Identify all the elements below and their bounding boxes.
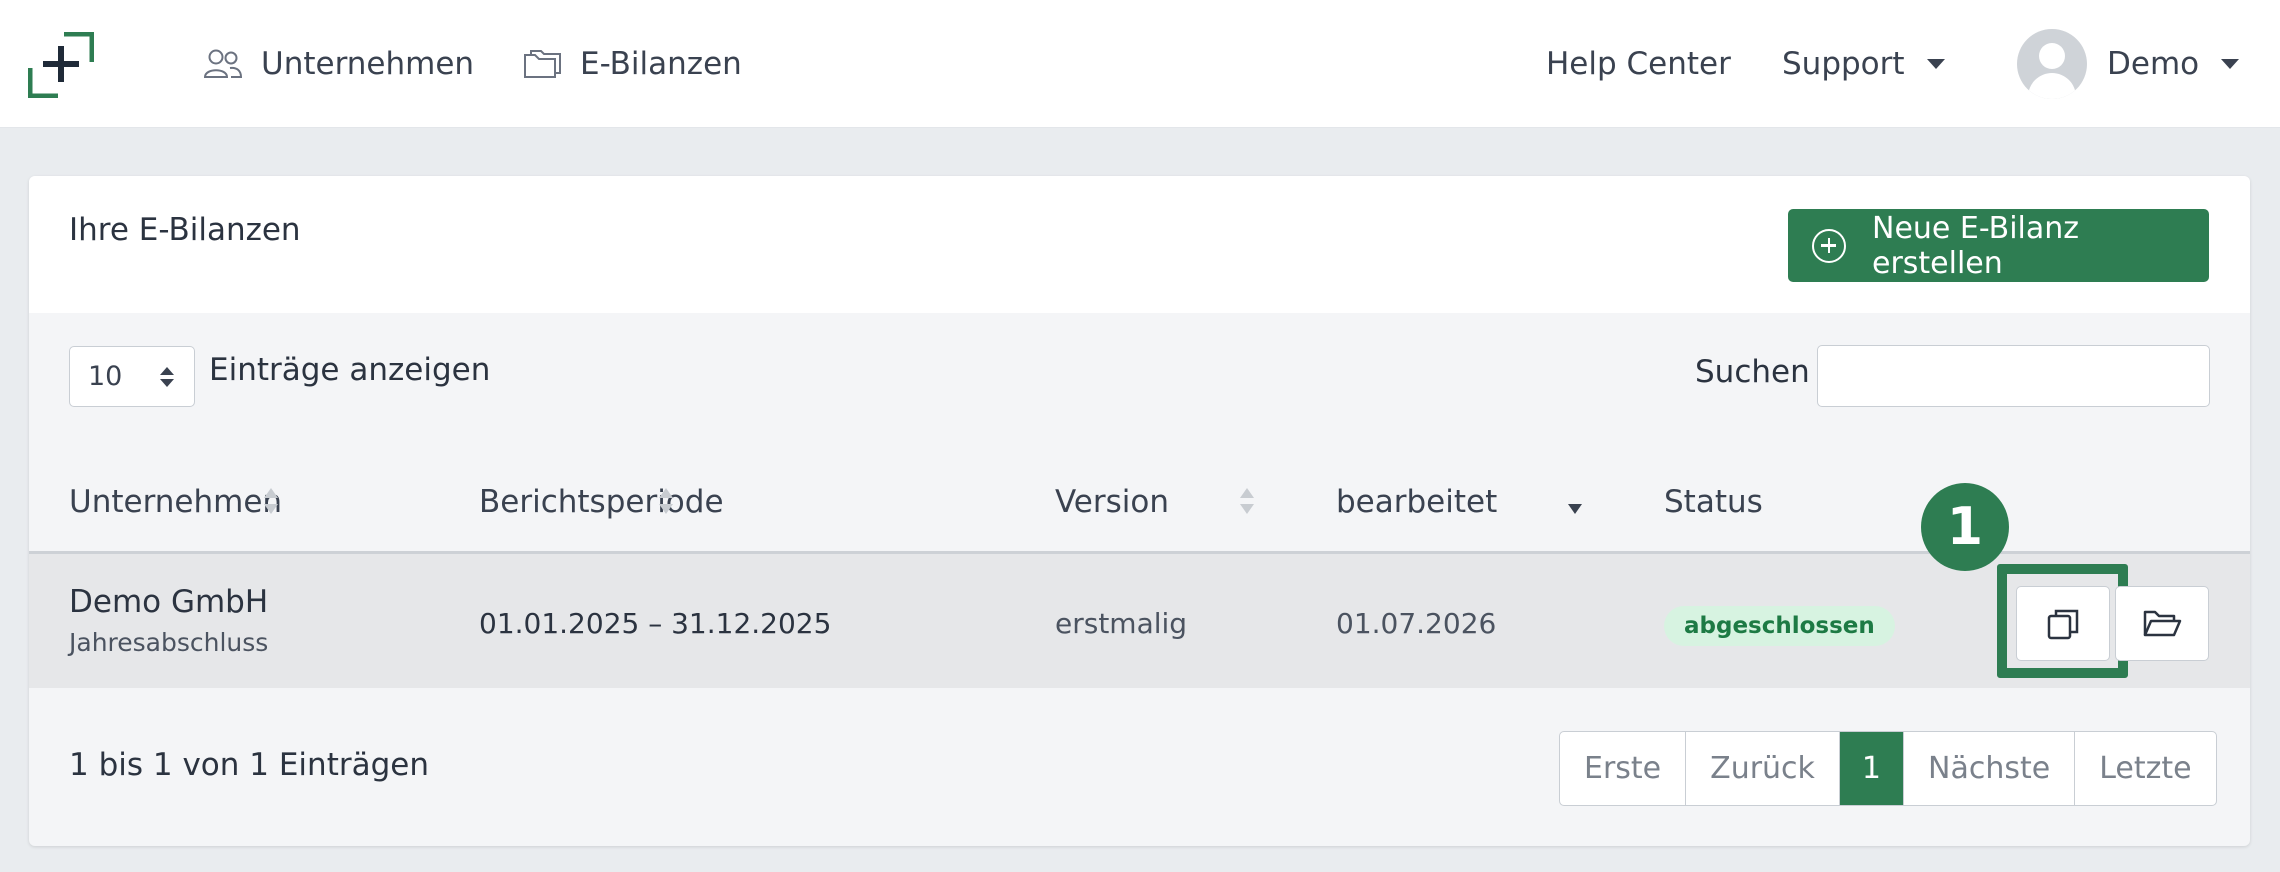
nav-support-label: Support — [1782, 46, 1905, 82]
users-icon — [203, 49, 243, 78]
app-logo-icon[interactable] — [28, 32, 94, 98]
user-menu-dropdown[interactable]: Demo — [2017, 0, 2240, 128]
pagination: Erste Zurück 1 Nächste Letzte — [1559, 731, 2217, 806]
table-info: 1 bis 1 von 1 Einträgen — [69, 747, 429, 783]
nav-ebilanzen-label: E-Bilanzen — [580, 46, 742, 82]
ebilanzen-card: Ihre E-Bilanzen Neue E-Bilanz erstellen … — [29, 176, 2250, 846]
avatar — [2017, 29, 2087, 99]
pagination-first[interactable]: Erste — [1560, 732, 1687, 805]
nav-ebilanzen[interactable]: E-Bilanzen — [522, 0, 742, 128]
nav-help-center[interactable]: Help Center — [1546, 0, 1731, 128]
search-label: Suchen — [1695, 354, 1810, 390]
user-name: Demo — [2107, 46, 2200, 82]
chevron-down-icon — [1926, 59, 1945, 69]
sort-icon[interactable] — [1240, 488, 1254, 518]
entries-per-page-select[interactable]: 10 — [69, 346, 195, 407]
nav-help-center-label: Help Center — [1546, 46, 1731, 82]
chevron-down-icon — [2221, 59, 2240, 69]
copy-icon — [2047, 609, 2079, 639]
status-badge: abgeschlossen — [1664, 606, 1895, 646]
version: erstmalig — [1055, 607, 1188, 640]
sort-desc-icon[interactable] — [1568, 488, 1582, 518]
reporting-period: 01.01.2025 – 31.12.2025 — [479, 607, 832, 640]
column-header-version[interactable]: Version — [1055, 484, 1169, 520]
select-arrows-icon — [160, 367, 174, 387]
step-number-badge: 1 — [1921, 483, 2009, 571]
sort-icon[interactable] — [264, 488, 278, 518]
column-header-bearbeitet[interactable]: bearbeitet — [1336, 484, 1497, 520]
column-header-berichtsperiode[interactable]: Berichtsperiode — [479, 484, 724, 520]
report-type: Jahresabschluss — [69, 628, 269, 657]
column-header-unternehmen[interactable]: Unternehmen — [69, 484, 282, 520]
card-title: Ihre E-Bilanzen — [69, 212, 301, 248]
pagination-previous[interactable]: Zurück — [1686, 732, 1840, 805]
new-ebilanz-button[interactable]: Neue E-Bilanz erstellen — [1788, 209, 2209, 282]
folder-icon — [524, 50, 561, 78]
nav-support-dropdown[interactable]: Support — [1782, 0, 1945, 128]
folder-open-icon — [2143, 610, 2182, 636]
entries-per-page-label: Einträge anzeigen — [209, 352, 491, 388]
column-header-status: Status — [1664, 484, 1763, 520]
nav-unternehmen-label: Unternehmen — [261, 46, 475, 82]
search-input[interactable] — [1817, 345, 2210, 407]
plus-circle-icon — [1812, 228, 1846, 263]
company-name: Demo GmbH — [69, 584, 269, 620]
copy-button[interactable] — [2016, 586, 2110, 661]
pagination-next[interactable]: Nächste — [1904, 732, 2076, 805]
pagination-last[interactable]: Letzte — [2075, 732, 2215, 805]
nav-unternehmen[interactable]: Unternehmen — [203, 0, 474, 128]
new-ebilanz-label: Neue E-Bilanz erstellen — [1872, 210, 2080, 281]
sort-icon[interactable] — [659, 488, 673, 518]
open-button[interactable] — [2115, 586, 2209, 661]
top-navbar: Unternehmen E-Bilanzen Help Center Suppo… — [0, 0, 2280, 128]
edited-date: 01.07.2026 — [1336, 607, 1497, 640]
card-header: Ihre E-Bilanzen Neue E-Bilanz erstellen — [29, 176, 2250, 313]
entries-per-page-value: 10 — [88, 361, 123, 392]
pagination-page-1[interactable]: 1 — [1839, 732, 1905, 805]
